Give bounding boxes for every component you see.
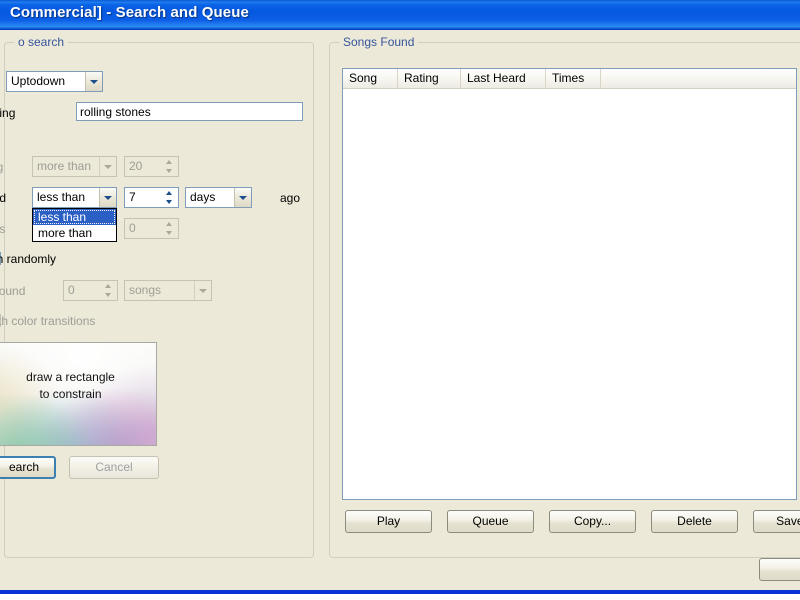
last-heard-suffix-label: ago — [280, 191, 301, 205]
last-heard-comparator-dropdown-list[interactable]: less than more than — [32, 208, 117, 242]
column-header-rating[interactable]: Rating — [398, 69, 461, 88]
chevron-down-icon — [104, 165, 112, 169]
times-value-stepper: 0 — [124, 218, 179, 239]
rating-comparator-dropdown-button — [99, 157, 116, 176]
screen: Commercial] - Search and Queue o search … — [0, 0, 800, 600]
chevron-down-icon — [104, 196, 112, 200]
stop-when-found-label: hen found — [0, 284, 26, 298]
name-containing-input[interactable]: rolling stones — [76, 102, 303, 121]
delete-button[interactable]: Delete — [651, 510, 738, 533]
dialog-client-area: o search list Uptodown ne containing rol… — [0, 30, 800, 590]
play-button[interactable]: Play — [345, 510, 432, 533]
save-m3u-button[interactable]: Save M — [753, 510, 800, 533]
stepper-up-icon — [166, 160, 172, 164]
stop-when-found-unit-combo: songs — [124, 280, 212, 301]
rating-comparator-combo: more than — [32, 156, 117, 177]
stepper-up-icon[interactable] — [166, 191, 172, 195]
chevron-down-icon — [199, 289, 207, 293]
dropdown-option-less-than[interactable]: less than — [33, 209, 116, 225]
rating-value-stepper: 20 — [124, 156, 179, 177]
stop-unit-dropdown-button — [194, 281, 211, 300]
listview-header-row: Song Rating Last Heard Times — [343, 69, 796, 89]
stepper-up-icon — [166, 222, 172, 226]
gradient-caption-line-1: draw a rectangle — [26, 370, 115, 384]
last-heard-label: eard — [0, 191, 7, 205]
chevron-down-icon — [239, 196, 247, 200]
column-header-song[interactable]: Song — [343, 69, 398, 88]
rating-comparator-value: more than — [37, 159, 92, 173]
playlist-combo-dropdown-button[interactable] — [85, 72, 102, 91]
playlist-combo-value: Uptodown — [11, 74, 66, 88]
times-stepper-buttons — [162, 220, 177, 237]
rating-value: 20 — [129, 159, 143, 173]
dropdown-option-more-than[interactable]: more than — [33, 225, 116, 241]
gradient-caption-line-2: to constrain — [39, 387, 102, 401]
dialog-window: Commercial] - Search and Queue o search … — [0, 0, 800, 594]
last-heard-unit-dropdown-button[interactable] — [234, 188, 251, 207]
songs-found-group-title: Songs Found — [339, 35, 419, 49]
search-button[interactable]: earch — [0, 456, 56, 479]
rating-stepper-buttons — [162, 158, 177, 175]
queue-button[interactable]: Queue — [447, 510, 534, 533]
column-header-filler — [601, 69, 796, 88]
stepper-down-icon[interactable] — [166, 200, 172, 204]
close-button[interactable]: C — [759, 558, 800, 581]
last-heard-comparator-combo[interactable]: less than — [32, 187, 117, 208]
stop-stepper-buttons — [101, 282, 116, 299]
gradient-constrain-pane[interactable]: draw a rectangle to constrain — [0, 342, 157, 446]
chevron-down-icon — [90, 80, 98, 84]
last-heard-unit-value: days — [190, 190, 216, 204]
stop-when-found-unit-value: songs — [129, 283, 162, 297]
listview-body[interactable] — [343, 89, 796, 499]
stepper-up-icon — [105, 284, 111, 288]
stepper-down-icon — [166, 231, 172, 235]
name-containing-value: rolling stones — [80, 105, 151, 119]
search-options-group-title: o search — [14, 35, 69, 49]
smooth-color-transitions-label: nooth color transitions — [0, 314, 96, 328]
last-heard-unit-combo[interactable]: days — [185, 187, 252, 208]
playlist-combo[interactable]: Uptodown — [6, 71, 103, 92]
window-title: Commercial] - Search and Queue — [10, 4, 249, 21]
last-heard-comparator-value: less than — [37, 190, 86, 204]
name-containing-label: ne containing — [0, 106, 16, 120]
stepper-down-icon — [166, 169, 172, 173]
stop-when-found-value: 0 — [68, 283, 75, 297]
songs-found-listview[interactable]: Song Rating Last Heard Times — [342, 68, 797, 500]
last-heard-stepper-buttons[interactable] — [162, 189, 177, 206]
cancel-button[interactable]: Cancel — [69, 456, 159, 479]
copy-button[interactable]: Copy... — [549, 510, 636, 533]
gradient-caption: draw a rectangle to constrain — [0, 369, 156, 403]
last-heard-value-stepper[interactable]: 7 — [124, 187, 179, 208]
last-heard-value: 7 — [129, 190, 136, 204]
stop-when-found-stepper: 0 — [63, 280, 118, 301]
stepper-down-icon — [105, 293, 111, 297]
times-label: nes — [0, 222, 6, 236]
last-heard-comparator-dropdown-button[interactable] — [99, 188, 116, 207]
column-header-last-heard[interactable]: Last Heard — [461, 69, 546, 88]
title-bar: Commercial] - Search and Queue — [0, 0, 800, 30]
column-header-times[interactable]: Times — [546, 69, 601, 88]
times-value: 0 — [129, 221, 136, 235]
search-randomly-label: arch randomly — [0, 252, 57, 266]
rating-label: ting — [0, 160, 4, 174]
